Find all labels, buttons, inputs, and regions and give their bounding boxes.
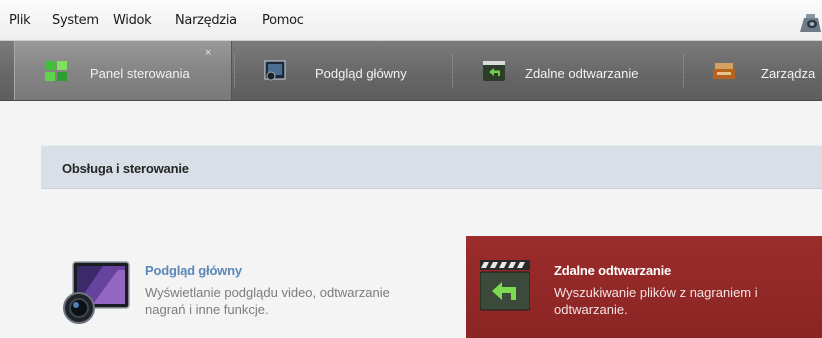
menu-bar: Plik System Widok Narzędzia Pomoc [0,0,822,41]
card-podglad-glowny[interactable]: Podgląd główny Wyświetlanie podglądu vid… [41,236,461,338]
card-zdalne-odtwarzanie[interactable]: Zdalne odtwarzanie Wyszukiwanie plików z… [466,236,822,338]
tab-label-zdalne[interactable]: Zdalne odtwarzanie [525,66,638,81]
card-zdalne-description: Wyszukiwanie plików z nagraniem i odtwar… [554,285,758,317]
tab-separator [452,55,453,87]
tab-label-zarzadzanie[interactable]: Zarządza [761,66,815,81]
menu-pomoc[interactable]: Pomoc [262,13,304,28]
menu-system[interactable]: System [52,13,99,28]
grid-panel-icon [45,61,67,81]
menu-widok[interactable]: Widok [113,13,152,28]
user-camera-icon[interactable] [798,12,822,34]
card-zdalne-title[interactable]: Zdalne odtwarzanie [554,263,671,278]
menu-narzedzia[interactable]: Narzędzia [175,13,237,28]
card-podglad-title[interactable]: Podgląd główny [145,263,242,278]
tab-close-icon[interactable]: × [205,48,211,59]
camera-preview-icon[interactable] [264,60,286,82]
tab-bar: × Panel sterowania Podgląd główny Zdalne… [0,41,822,101]
monitor-camera-icon [63,261,130,324]
card-podglad-description: Wyświetlanie podglądu video, odtwarzanie… [145,285,390,317]
tab-label-podglad[interactable]: Podgląd główny [315,66,407,81]
tab-separator [234,55,235,87]
tab-label-panel: Panel sterowania [90,66,190,81]
clapperboard-return-icon [480,260,530,311]
section-title: Obsługa i sterowanie [62,161,189,176]
menu-plik[interactable]: Plik [9,13,31,28]
playback-return-icon[interactable] [483,61,505,81]
section-header: Obsługa i sterowanie [41,145,822,189]
tab-separator [683,55,684,87]
device-management-icon[interactable] [713,61,735,81]
